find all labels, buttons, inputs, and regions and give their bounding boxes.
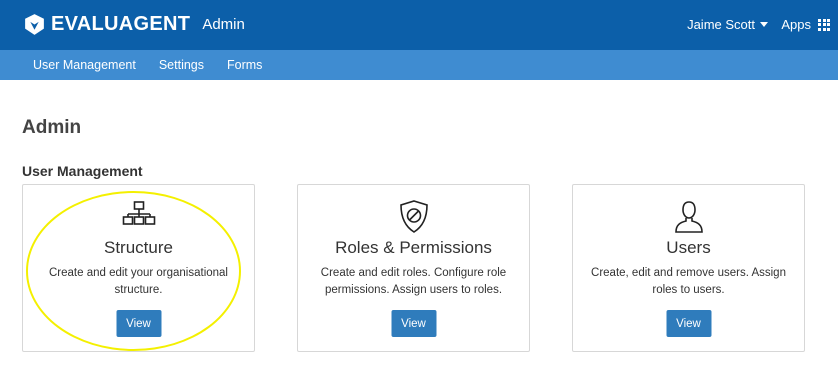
apps-menu[interactable]: Apps <box>781 17 830 32</box>
card-description: Create and edit roles. Configure role pe… <box>320 267 507 296</box>
structure-card: Structure Create and edit your organisat… <box>22 184 255 352</box>
sub-navigation: User Management Settings Forms <box>0 50 838 80</box>
card-description: Create, edit and remove users. Assign ro… <box>591 267 786 296</box>
section-name: Admin <box>202 15 245 33</box>
users-view-button[interactable]: View <box>666 310 711 337</box>
nav-user-management[interactable]: User Management <box>33 58 136 72</box>
evaluagent-logo-icon <box>25 13 44 35</box>
user-menu[interactable]: Jaime Scott <box>687 17 768 32</box>
roles-view-button[interactable]: View <box>391 310 436 337</box>
top-bar: EVALUAGENT Admin Jaime Scott Apps <box>0 0 838 50</box>
page-title: Admin <box>22 117 82 138</box>
user-icon <box>674 201 703 233</box>
shield-icon <box>399 200 428 233</box>
nav-settings[interactable]: Settings <box>159 58 204 72</box>
brand-name: EVALUAGENT <box>51 12 191 35</box>
card-title: Users <box>666 238 711 257</box>
card-title: Roles & Permissions <box>335 238 492 257</box>
card-description: Create and edit your organisational stru… <box>48 267 228 296</box>
org-structure-icon <box>122 201 155 225</box>
user-name: Jaime Scott <box>687 17 755 32</box>
brand[interactable]: EVALUAGENT Admin <box>22 9 245 39</box>
grid-icon <box>818 18 830 31</box>
roles-permissions-card: Roles & Permissions Create and edit role… <box>297 184 530 352</box>
section-title: User Management <box>22 163 143 179</box>
card-title: Structure <box>104 238 173 257</box>
users-card: Users Create, edit and remove users. Ass… <box>572 184 805 352</box>
nav-forms[interactable]: Forms <box>227 58 262 72</box>
structure-view-button[interactable]: View <box>116 310 161 337</box>
caret-down-icon <box>760 22 768 27</box>
apps-label: Apps <box>781 17 811 32</box>
